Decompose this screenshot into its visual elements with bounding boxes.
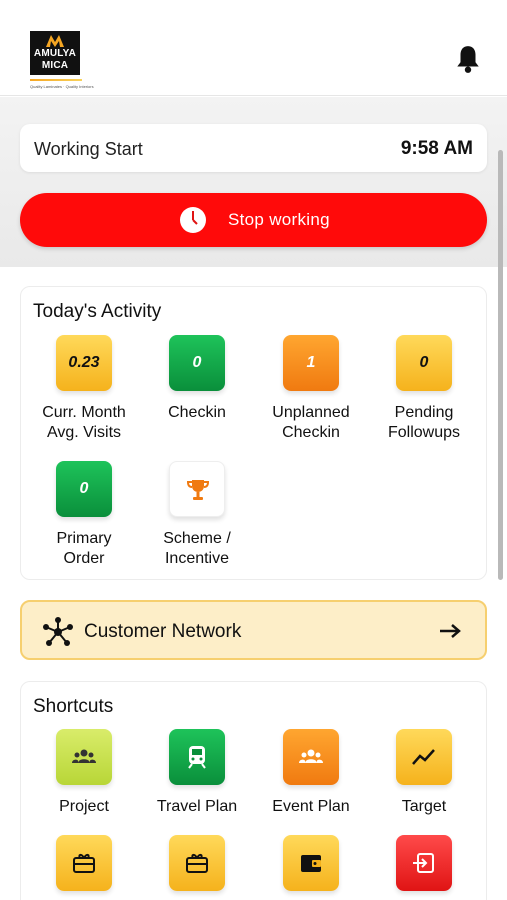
stop-working-button[interactable]: Stop working xyxy=(20,193,487,247)
train-icon xyxy=(188,746,206,769)
shortcut-project[interactable]: Project xyxy=(34,729,134,817)
shortcut-gift-card[interactable] xyxy=(34,835,134,891)
shortcut-travel-plan[interactable]: Travel Plan xyxy=(147,729,247,817)
shortcut-label: Travel Plan xyxy=(156,798,238,815)
working-start-card: Working Start 9:58 AM xyxy=(20,124,487,172)
bell-icon[interactable] xyxy=(455,44,481,74)
shortcut-login[interactable] xyxy=(374,835,474,891)
clock-icon xyxy=(180,207,206,233)
activity-tile-pending-followups[interactable]: 0 Pending Followups xyxy=(374,335,474,443)
shortcuts-title: Shortcuts xyxy=(33,696,114,717)
todays-activity-card: Today's Activity 0.23 Curr. Month Avg. V… xyxy=(20,286,487,580)
activity-label: Pending Followups xyxy=(387,404,461,441)
shortcut-gift-card-2[interactable] xyxy=(147,835,247,891)
shortcut-target[interactable]: Target xyxy=(374,729,474,817)
activity-label: Curr. Month Avg. Visits xyxy=(42,404,126,441)
gift-card-icon xyxy=(186,854,208,873)
activity-tile-primary-order[interactable]: 0 Primary Order xyxy=(34,461,134,569)
activity-value: 0 xyxy=(192,354,202,371)
logo-tagline: Quality Laminates · Quality Interiors xyxy=(30,84,94,89)
activity-label: Unplanned Checkin xyxy=(272,404,350,441)
trend-icon xyxy=(412,749,435,765)
activity-tile-scheme-incentive[interactable]: Scheme / Incentive xyxy=(147,461,247,569)
group-icon xyxy=(72,749,96,763)
shortcut-label: Event Plan xyxy=(272,798,350,815)
shortcut-label: Target xyxy=(401,798,447,815)
activity-value: 0 xyxy=(419,354,429,371)
activity-tile-avg-visits[interactable]: 0.23 Curr. Month Avg. Visits xyxy=(34,335,134,443)
customer-network-label: Customer Network xyxy=(84,621,242,642)
activity-label: Primary Order xyxy=(56,530,112,567)
company-logo: AMULYA MICA Quality Laminates · Quality … xyxy=(30,31,94,89)
working-start-time: 9:58 AM xyxy=(400,138,473,159)
logo-line1: AMULYA xyxy=(33,48,77,59)
wallet-icon xyxy=(301,855,321,872)
login-icon xyxy=(413,853,434,873)
working-start-label: Working Start xyxy=(34,139,143,159)
logo-mark-icon xyxy=(46,35,64,47)
activity-tile-unplanned-checkin[interactable]: 1 Unplanned Checkin xyxy=(261,335,361,443)
logo-line2: MICA xyxy=(41,60,69,71)
app-header: AMULYA MICA Quality Laminates · Quality … xyxy=(0,0,507,96)
group-icon xyxy=(299,749,323,763)
gift-card-icon xyxy=(73,854,95,873)
activity-label: Checkin xyxy=(168,404,226,421)
activity-value: 1 xyxy=(306,354,316,371)
activity-value: 0.23 xyxy=(68,354,100,371)
shortcut-event-plan[interactable]: Event Plan xyxy=(261,729,361,817)
network-icon xyxy=(43,617,73,646)
arrow-right-icon xyxy=(440,624,461,638)
trophy-icon xyxy=(186,480,210,500)
shortcut-wallet[interactable] xyxy=(261,835,361,891)
activity-tile-checkin[interactable]: 0 Checkin xyxy=(147,335,247,423)
activity-title: Today's Activity xyxy=(33,301,162,322)
scrollbar[interactable] xyxy=(498,150,503,580)
activity-value: 0 xyxy=(79,480,89,497)
activity-label: Scheme / Incentive xyxy=(163,530,231,567)
customer-network-button[interactable]: Customer Network xyxy=(20,600,487,660)
stop-working-label: Stop working xyxy=(228,210,330,229)
shortcut-label: Project xyxy=(59,798,109,815)
shortcuts-card: Shortcuts Project Travel Plan Event Plan… xyxy=(20,681,487,900)
